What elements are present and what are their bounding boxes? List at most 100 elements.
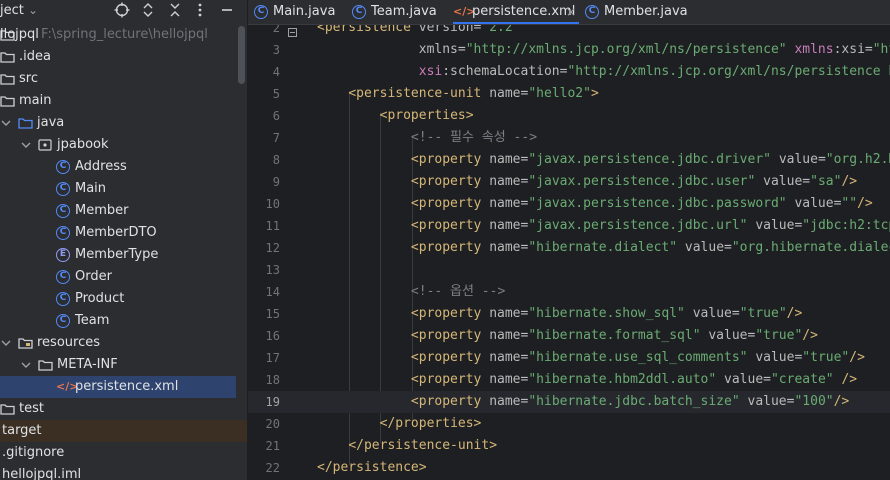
tree-item[interactable]: llojpql F:\spring_lecture\hellojpql [0, 24, 247, 46]
line-number: 18 [265, 373, 280, 387]
project-scrollbar[interactable] [238, 26, 245, 84]
tree-item[interactable]: C Team [0, 310, 247, 332]
code-line[interactable]: 19 <property name="hibernate.jdbc.batch_… [248, 391, 890, 413]
editor-tab-label: Member.java [604, 4, 688, 19]
class-icon: C [352, 5, 366, 19]
line-number: 3 [272, 43, 280, 57]
editor-tab[interactable]: C Team.java [352, 0, 446, 24]
tree-item[interactable]: C Product [0, 288, 247, 310]
code-text: <property name="hibernate.hbm2ddl.auto" … [410, 372, 858, 387]
tree-item[interactable]: E MemberType [0, 244, 247, 266]
fold-icon[interactable] [288, 25, 297, 37]
code-text: <property name="javax.persistence.jdbc.u… [410, 218, 890, 233]
tree-item[interactable]: test [0, 398, 247, 420]
code-line[interactable]: 16 <property name="hibernate.format_sql"… [248, 325, 890, 347]
tree-item[interactable]: C MemberDTO [0, 222, 247, 244]
code-line[interactable]: 6 <properties> [248, 105, 890, 127]
code-line[interactable]: 2 <persistence version="2.2" [248, 25, 890, 39]
code-line[interactable]: 18 <property name="hibernate.hbm2ddl.aut… [248, 369, 890, 391]
line-number: 21 [265, 439, 280, 453]
code-line[interactable]: 14 <!-- 옵션 --> [248, 281, 890, 303]
tree-item[interactable]: C Order [0, 266, 247, 288]
code-line[interactable]: 3 xmlns="http://xmlns.jcp.org/xml/ns/per… [248, 39, 890, 61]
code-text: <!-- 필수 속성 --> [317, 130, 538, 145]
tree-item[interactable]: </> persistence.xml [0, 376, 236, 398]
code-text: <property name="hibernate.dialect" value… [410, 240, 890, 255]
code-line[interactable]: 22 </persistence> [248, 457, 890, 479]
code-line[interactable]: 8 <property name="javax.persistence.jdbc… [248, 149, 890, 171]
code-line[interactable]: 15 <property name="hibernate.show_sql" v… [248, 303, 890, 325]
code-text: <!-- 옵션 --> [317, 284, 506, 299]
tree-item[interactable]: target [0, 420, 247, 442]
class-icon: C [56, 204, 70, 218]
tree-item[interactable]: META-INF [0, 354, 247, 376]
tree-item[interactable]: java [0, 112, 247, 134]
code-editor[interactable]: 2 <persistence version="2.2" 3 xmlns="http… [248, 25, 890, 480]
close-tab-icon[interactable]: × [566, 0, 576, 24]
editor-tab-label: Main.java [273, 4, 336, 19]
code-line[interactable]: 17 <property name="hibernate.use_sql_com… [248, 347, 890, 369]
line-number: 2 [272, 25, 280, 35]
line-number: 19 [265, 395, 280, 409]
folder-icon [0, 94, 15, 108]
code-text: <property name="hibernate.jdbc.batch_siz… [410, 394, 850, 409]
tree-item[interactable]: src [0, 68, 247, 90]
resources-folder-icon [18, 336, 33, 350]
code-line[interactable]: 12 <property name="hibernate.dialect" va… [248, 237, 890, 259]
line-number: 12 [265, 241, 280, 255]
line-number: 13 [265, 263, 280, 277]
enum-icon: E [56, 248, 70, 262]
line-number: 6 [272, 109, 280, 123]
tree-item-label: test [19, 401, 44, 416]
tree-item[interactable]: resources [0, 332, 247, 354]
line-number: 10 [265, 197, 280, 211]
tree-item[interactable]: .idea [0, 46, 247, 68]
code-line[interactable]: 10 <property name="javax.persistence.jdb… [248, 193, 890, 215]
code-line[interactable]: 21 </persistence-unit> [248, 435, 890, 457]
more-options-icon[interactable] [192, 2, 208, 20]
editor-tab[interactable]: C Main.java [254, 0, 348, 24]
code-line[interactable]: 5 <persistence-unit name="hello2"> [248, 83, 890, 105]
folder-icon [38, 358, 53, 372]
editor-tab[interactable]: C Member.java [585, 0, 688, 24]
code-line[interactable]: 9 <property name="javax.persistence.jdbc… [248, 171, 890, 193]
editor-tab[interactable]: </> persistence.xml × [453, 0, 579, 24]
code-line[interactable]: 11 <property name="javax.persistence.jdb… [248, 215, 890, 237]
locate-icon[interactable] [114, 2, 130, 20]
tree-item[interactable]: jpabook [0, 134, 247, 156]
project-panel: ject ⌄ llojpql F:\spring_lecture\hellojpq… [0, 0, 247, 480]
tree-item-label: Main [75, 181, 107, 196]
minimize-icon[interactable] [219, 2, 235, 20]
tree-item-path-hint: F:\spring_lecture\hellojpql [41, 27, 208, 42]
code-line[interactable]: 20 </properties> [248, 413, 890, 435]
code-text: xsi:schemaLocation="http://xmlns.jcp.org… [418, 64, 890, 79]
class-icon: C [585, 5, 599, 19]
tree-item-label: Member [75, 203, 129, 218]
project-title[interactable]: ject ⌄ [0, 3, 38, 18]
line-number: 4 [272, 65, 280, 79]
xml-file-icon: </> [56, 380, 79, 393]
expand-collapse-icon[interactable] [140, 2, 156, 20]
line-number: 7 [272, 131, 280, 145]
class-icon: C [56, 226, 70, 240]
code-line[interactable]: 7 <!-- 필수 속성 --> [248, 127, 890, 149]
tree-item-label: persistence.xml [75, 379, 179, 394]
project-header: ject ⌄ [0, 0, 247, 24]
tree-item[interactable]: C Member [0, 200, 247, 222]
class-icon: C [56, 270, 70, 284]
code-line[interactable]: 4 xsi:schemaLocation="http://xmlns.jcp.o… [248, 61, 890, 83]
line-number: 15 [265, 307, 280, 321]
collapse-all-icon[interactable] [167, 2, 183, 20]
folder-icon [0, 402, 15, 416]
tree-item[interactable]: main [0, 90, 247, 112]
code-text: </persistence> [317, 460, 427, 475]
tree-item[interactable]: hellojpql.iml [0, 464, 247, 480]
tree-item[interactable]: C Main [0, 178, 247, 200]
code-line[interactable]: 13 [248, 259, 890, 281]
tree-item-label: Order [75, 269, 112, 284]
tree-item[interactable]: C Address [0, 156, 247, 178]
class-icon: C [56, 314, 70, 328]
tree-item-label: src [19, 71, 38, 86]
tree-item[interactable]: .gitignore [0, 442, 247, 464]
code-text: <property name="javax.persistence.jdbc.d… [410, 152, 890, 167]
